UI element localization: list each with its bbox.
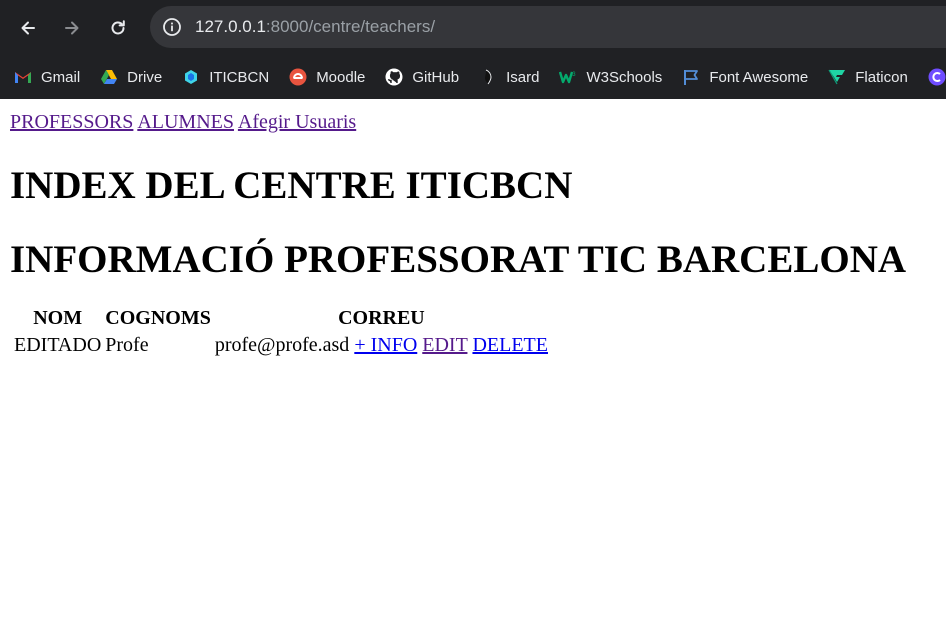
flaticon-icon — [828, 68, 846, 86]
svg-text:3: 3 — [573, 72, 577, 78]
bookmark-drive[interactable]: Drive — [100, 68, 162, 86]
table-header-row: NOM COGNOMS CORREU — [13, 306, 549, 331]
bookmark-gmail[interactable]: Gmail — [14, 68, 80, 86]
bookmarks-bar: Gmail Drive ITICBCN Moodle GitHub Isard … — [0, 55, 946, 99]
table-row: EDITADO Profe profe@profe.asd + INFO EDI… — [13, 333, 549, 358]
nav-link-afegir-usuaris[interactable]: Afegir Usuaris — [238, 111, 356, 133]
bookmark-iticbcn[interactable]: ITICBCN — [182, 68, 269, 86]
column-header-nom: NOM — [33, 307, 83, 329]
reload-button[interactable] — [103, 13, 133, 43]
forward-button[interactable] — [57, 13, 87, 43]
address-bar[interactable]: 127.0.0.1:8000/centre/teachers/ — [150, 6, 946, 48]
bookmark-overflow[interactable] — [928, 68, 946, 86]
page-title: INDEX DEL CENTRE ITICBCN — [10, 164, 573, 207]
nav-link-alumnes[interactable]: ALUMNES — [137, 111, 234, 133]
bookmark-github[interactable]: GitHub — [385, 68, 459, 86]
column-header-correu: CORREU — [338, 307, 425, 329]
cell-cognoms: Profe — [105, 334, 149, 356]
gmail-icon — [14, 68, 32, 86]
back-button[interactable] — [13, 13, 43, 43]
arrow-right-icon — [65, 21, 79, 35]
delete-link[interactable]: DELETE — [472, 334, 548, 356]
page-content: PROFESSORS ALUMNES Afegir Usuaris INDEX … — [0, 99, 946, 368]
moodle-icon — [289, 68, 307, 86]
bookmark-isard[interactable]: Isard — [479, 68, 539, 86]
url-text: 127.0.0.1:8000/centre/teachers/ — [195, 17, 435, 37]
isard-icon — [479, 68, 497, 86]
w3schools-icon: 3 — [559, 68, 577, 86]
bookmark-label: Flaticon — [855, 68, 908, 86]
iticbcn-icon — [182, 68, 200, 86]
bookmark-label: Moodle — [316, 68, 366, 86]
url-host: 127.0.0.1 — [195, 17, 266, 36]
bookmark-label: W3Schools — [586, 68, 663, 86]
arrow-left-icon — [21, 21, 35, 35]
bookmark-label: GitHub — [412, 68, 460, 86]
url-path: :8000/centre/teachers/ — [265, 17, 436, 36]
top-navigation: PROFESSORS ALUMNES Afegir Usuaris — [10, 109, 936, 135]
cell-correu: profe@profe.asd + INFO EDIT DELETE — [214, 333, 549, 358]
section-title: INFORMACIÓ PROFESSORAT TIC BARCELONA — [10, 238, 907, 281]
flag-icon — [682, 68, 700, 86]
bookmark-label: Drive — [127, 68, 163, 86]
bookmark-moodle[interactable]: Moodle — [289, 68, 365, 86]
teachers-table: NOM COGNOMS CORREU EDITADO Profe profe@p… — [11, 304, 551, 360]
edit-link[interactable]: EDIT — [422, 334, 467, 356]
browser-chrome: 127.0.0.1:8000/centre/teachers/ Gmail Dr… — [0, 0, 946, 99]
google-drive-icon — [100, 68, 118, 86]
bookmark-w3schools[interactable]: 3 W3Schools — [559, 68, 662, 86]
bookmark-label: Font Awesome — [709, 68, 809, 86]
browser-toolbar: 127.0.0.1:8000/centre/teachers/ — [0, 0, 946, 55]
bookmark-label: Gmail — [41, 68, 81, 86]
bookmark-label: Isard — [506, 68, 540, 86]
github-icon — [385, 68, 403, 86]
site-info-icon[interactable] — [161, 16, 183, 38]
bookmark-flaticon[interactable]: Flaticon — [828, 68, 908, 86]
email-text: profe@profe.asd — [214, 334, 350, 356]
reload-icon — [111, 20, 125, 35]
cell-nom: EDITADO — [14, 334, 102, 356]
bookmark-label: ITICBCN — [209, 68, 270, 86]
column-header-cognoms: COGNOMS — [105, 307, 211, 329]
info-link[interactable]: + INFO — [354, 334, 417, 356]
bookmark-c-icon — [928, 68, 946, 86]
bookmark-font-awesome[interactable]: Font Awesome — [682, 68, 808, 86]
nav-link-professors[interactable]: PROFESSORS — [10, 111, 133, 133]
